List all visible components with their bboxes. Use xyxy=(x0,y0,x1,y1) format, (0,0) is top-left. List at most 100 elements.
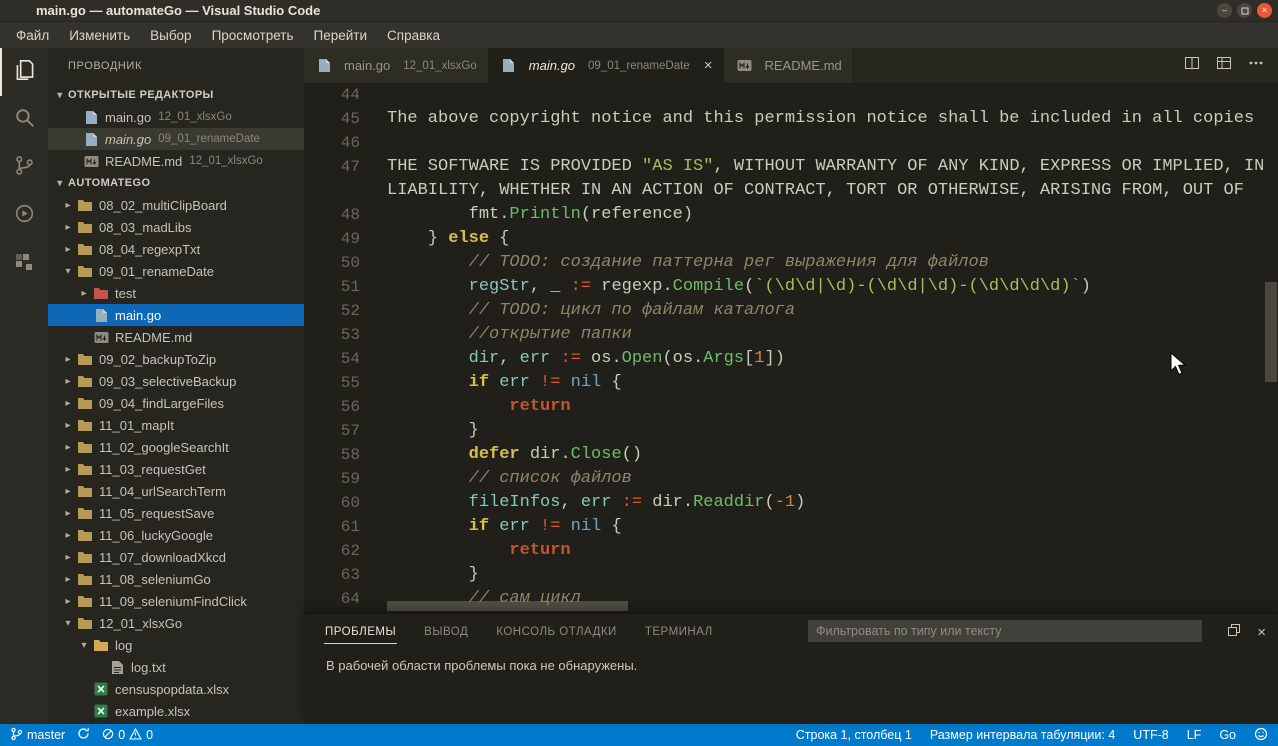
status-item[interactable]: Размер интервала табуляции: 4 xyxy=(930,728,1115,742)
tree-folder[interactable]: ▸11_08_seleniumGo xyxy=(48,568,304,590)
sync-button[interactable] xyxy=(77,727,90,743)
status-item[interactable]: Go xyxy=(1219,728,1236,742)
open-editor-item[interactable]: main.go12_01_xlsxGo xyxy=(48,106,304,128)
section-open-editors[interactable]: ▾ ОТКРЫТЫЕ РЕДАКТОРЫ xyxy=(48,84,304,106)
editor-tab[interactable]: main.go12_01_xlsxGo xyxy=(304,48,489,83)
warning-count: 0 xyxy=(146,728,153,742)
problems-status[interactable]: 0 0 xyxy=(102,728,153,743)
code-line[interactable]: 53 //открытие папки xyxy=(304,323,1278,347)
tree-file[interactable]: README.md xyxy=(48,326,304,348)
status-item[interactable]: Строка 1, столбец 1 xyxy=(796,728,912,742)
item-label: 11_04_urlSearchTerm xyxy=(99,484,226,499)
code-line[interactable]: 45The above copyright notice and this pe… xyxy=(304,107,1278,131)
code-line[interactable]: 47THE SOFTWARE IS PROVIDED "AS IS", WITH… xyxy=(304,155,1278,179)
code-line[interactable]: 50 // TODO: создание паттерна рег выраже… xyxy=(304,251,1278,275)
title-bar: main.go — automateGo — Visual Studio Cod… xyxy=(0,0,1278,22)
menu-item[interactable]: Перейти xyxy=(304,22,378,48)
chevron-down-icon: ▾ xyxy=(60,618,76,629)
section-root-folder[interactable]: ▾ AUTOMATEGO xyxy=(48,172,304,194)
code-line[interactable]: 59 // список файлов xyxy=(304,467,1278,491)
problems-filter-input[interactable] xyxy=(808,620,1202,642)
vertical-scrollbar[interactable] xyxy=(1265,282,1277,382)
tree-folder[interactable]: ▸09_02_backupToZip xyxy=(48,348,304,370)
menu-item[interactable]: Выбор xyxy=(140,22,201,48)
menu-item[interactable]: Справка xyxy=(377,22,450,48)
tree-folder[interactable]: ▸08_04_regexpTxt xyxy=(48,238,304,260)
split-editor-icon[interactable] xyxy=(1184,55,1200,76)
code-line[interactable]: 44 xyxy=(304,83,1278,107)
restore-panel-icon[interactable] xyxy=(1227,623,1241,641)
code-line[interactable]: 61 if err != nil { xyxy=(304,515,1278,539)
tree-folder[interactable]: ▾09_01_renameDate xyxy=(48,260,304,282)
editor-tab[interactable]: README.md xyxy=(724,48,853,83)
code-line[interactable]: 60 fileInfos, err := dir.Readdir(-1) xyxy=(304,491,1278,515)
tree-folder[interactable]: ▸09_03_selectiveBackup xyxy=(48,370,304,392)
code-line[interactable]: 57 } xyxy=(304,419,1278,443)
tree-folder[interactable]: ▸11_06_luckyGoogle xyxy=(48,524,304,546)
status-item[interactable]: UTF-8 xyxy=(1133,728,1168,742)
tab-label: README.md xyxy=(764,58,841,73)
menu-item[interactable]: Файл xyxy=(6,22,59,48)
tree-folder[interactable]: ▸11_09_seleniumFindClick xyxy=(48,590,304,612)
close-button[interactable]: × xyxy=(1257,3,1272,18)
activity-extensions[interactable] xyxy=(0,240,48,288)
code-line[interactable]: 51 regStr, _ := regexp.Compile(`(\d\d|\d… xyxy=(304,275,1278,299)
status-item[interactable]: LF xyxy=(1187,728,1202,742)
tree-file[interactable]: censuspopdata.xlsx xyxy=(48,678,304,700)
tree-folder[interactable]: ▸08_03_madLibs xyxy=(48,216,304,238)
tree-folder[interactable]: ▸08_02_multiClipBoard xyxy=(48,194,304,216)
feedback-smiley-icon[interactable] xyxy=(1254,727,1268,744)
tree-file[interactable]: example.xlsx xyxy=(48,700,304,722)
folder-icon xyxy=(76,351,94,367)
menu-item[interactable]: Просмотреть xyxy=(202,22,304,48)
tree-folder[interactable]: ▾12_01_xlsxGo xyxy=(48,612,304,634)
code-line[interactable]: 55 if err != nil { xyxy=(304,371,1278,395)
more-actions-icon[interactable] xyxy=(1248,55,1264,76)
open-editor-item[interactable]: README.md12_01_xlsxGo xyxy=(48,150,304,172)
activity-files[interactable] xyxy=(0,48,48,96)
tree-folder[interactable]: ▸11_07_downloadXkcd xyxy=(48,546,304,568)
tree-folder[interactable]: ▸11_02_googleSearchIt xyxy=(48,436,304,458)
close-panel-icon[interactable]: × xyxy=(1257,624,1266,641)
code-line[interactable]: 63 } xyxy=(304,563,1278,587)
panel-tab[interactable]: ПРОБЛЕМЫ xyxy=(324,619,397,644)
activity-search[interactable] xyxy=(0,96,48,144)
menu-item[interactable]: Изменить xyxy=(59,22,140,48)
activity-debug[interactable] xyxy=(0,192,48,240)
minimize-button[interactable]: – xyxy=(1217,3,1232,18)
editor-tab[interactable]: main.go09_01_renameDate× xyxy=(489,48,725,83)
code-line[interactable]: 58 defer dir.Close() xyxy=(304,443,1278,467)
tree-folder[interactable]: ▸11_04_urlSearchTerm xyxy=(48,480,304,502)
line-number: 45 xyxy=(304,107,360,131)
maximize-button[interactable] xyxy=(1237,3,1252,18)
tree-folder[interactable]: ▸09_04_findLargeFiles xyxy=(48,392,304,414)
git-branch-status[interactable]: master xyxy=(10,727,65,744)
code-line[interactable]: 46 xyxy=(304,131,1278,155)
code-line[interactable]: 62 return xyxy=(304,539,1278,563)
line-number: 47 xyxy=(304,155,360,179)
panel-tab[interactable]: ВЫВОД xyxy=(423,619,469,644)
tree-folder[interactable]: ▸11_03_requestGet xyxy=(48,458,304,480)
editor[interactable]: 4445The above copyright notice and this … xyxy=(304,83,1278,613)
tree-folder[interactable]: ▸11_05_requestSave xyxy=(48,502,304,524)
panel-tab[interactable]: ТЕРМИНАЛ xyxy=(644,619,714,644)
tree-folder[interactable]: ▸11_01_mapIt xyxy=(48,414,304,436)
activity-source-control[interactable] xyxy=(0,144,48,192)
code-text: return xyxy=(387,395,571,419)
code-line[interactable]: 52 // TODO: цикл по файлам каталога xyxy=(304,299,1278,323)
code-line[interactable]: LIABILITY, WHETHER IN AN ACTION OF CONTR… xyxy=(304,179,1278,203)
code-line[interactable]: 49 } else { xyxy=(304,227,1278,251)
tree-folder[interactable]: ▾log xyxy=(48,634,304,656)
horizontal-scrollbar[interactable] xyxy=(387,601,628,611)
close-tab-icon[interactable]: × xyxy=(704,57,713,74)
tree-file[interactable]: main.go xyxy=(48,304,304,326)
open-editor-item[interactable]: main.go09_01_renameDate xyxy=(48,128,304,150)
code-line[interactable]: 54 dir, err := os.Open(os.Args[1]) xyxy=(304,347,1278,371)
layout-icon[interactable] xyxy=(1216,55,1232,76)
code-line[interactable]: 56 return xyxy=(304,395,1278,419)
tree-folder[interactable]: ▸test xyxy=(48,282,304,304)
code-line[interactable]: 48 fmt.Println(reference) xyxy=(304,203,1278,227)
go-file-icon xyxy=(315,58,333,74)
tree-file[interactable]: log.txt xyxy=(48,656,304,678)
panel-tab[interactable]: КОНСОЛЬ ОТЛАДКИ xyxy=(495,619,618,644)
